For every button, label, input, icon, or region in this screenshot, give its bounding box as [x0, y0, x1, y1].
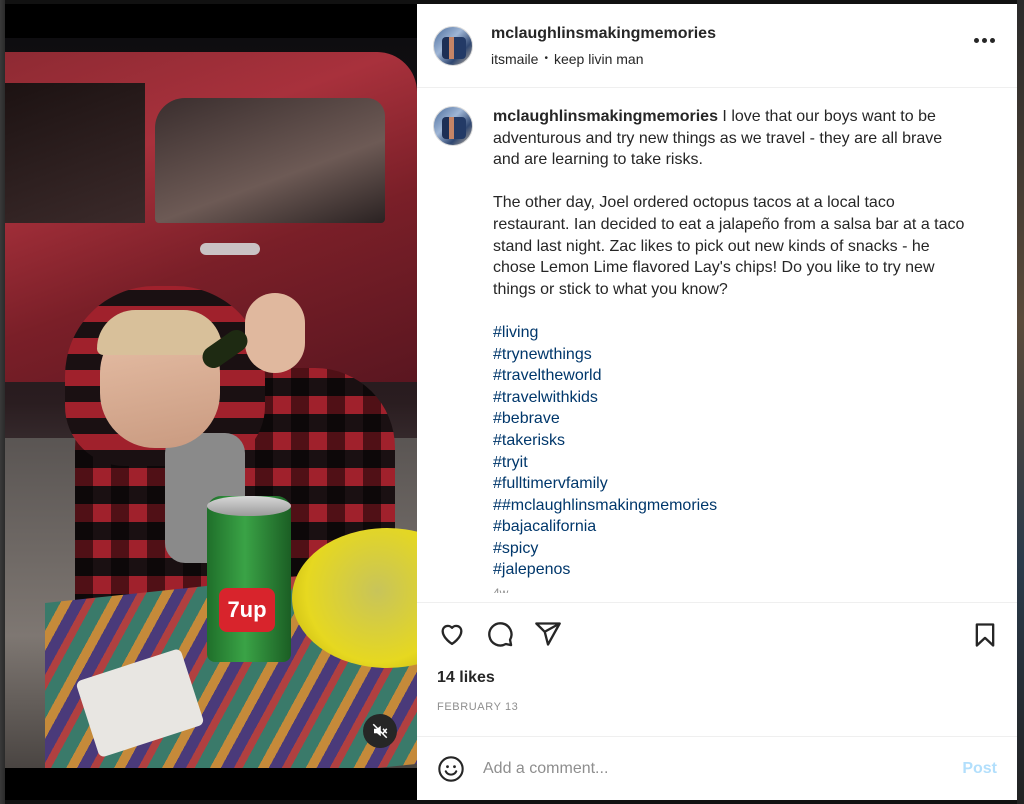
post-media[interactable]: 7up	[5, 4, 417, 800]
audio-info: itsmaile • keep livin man	[491, 51, 716, 67]
comment-input[interactable]	[483, 759, 963, 778]
hashtag-link[interactable]: #bajacalifornia	[493, 516, 973, 538]
action-bar: 14 likes FEBRUARY 13	[417, 602, 1017, 736]
adjacent-post-preview[interactable]	[1017, 0, 1024, 804]
likes-count[interactable]: 14 likes	[437, 669, 997, 687]
add-comment-bar: Post	[417, 736, 1017, 800]
audio-track[interactable]: keep livin man	[554, 51, 644, 67]
emoji-icon[interactable]	[437, 755, 465, 783]
post-modal: 7up mclaughlinsmakingmemories itsmaile •…	[5, 4, 1017, 800]
hashtag-link[interactable]: #bebrave	[493, 408, 973, 430]
muted-speaker-icon	[372, 723, 388, 739]
share-icon	[535, 622, 561, 646]
post-date[interactable]: FEBRUARY 13	[437, 701, 997, 713]
caption-avatar[interactable]	[433, 106, 473, 146]
post-comment-button[interactable]: Post	[962, 760, 997, 778]
hashtag-list: #living #trynewthings #traveltheworld #t…	[493, 322, 973, 581]
post-video[interactable]: 7up	[5, 38, 417, 768]
comment-icon	[488, 622, 513, 647]
comment-timestamp: 4w	[493, 586, 509, 594]
more-options-button[interactable]	[974, 38, 995, 43]
comments-section[interactable]: mclaughlinsmakingmemories I love that ou…	[417, 88, 1017, 602]
can-logo: 7up	[219, 588, 275, 632]
heart-icon	[441, 624, 463, 646]
hashtag-link[interactable]: #spicy	[493, 538, 973, 560]
separator-dot: •	[544, 53, 548, 64]
avatar[interactable]	[433, 25, 473, 66]
share-button[interactable]	[533, 619, 563, 649]
mute-toggle-button[interactable]	[363, 714, 397, 748]
hashtag-link[interactable]: #tryit	[493, 452, 973, 474]
audio-artist[interactable]: itsmaile	[491, 51, 538, 67]
caption-body: The other day, Joel ordered octopus taco…	[493, 194, 965, 298]
bookmark-icon[interactable]	[971, 621, 999, 649]
hashtag-link[interactable]: ##mclaughlinsmakingmemories	[493, 495, 973, 517]
post-username[interactable]: mclaughlinsmakingmemories	[491, 25, 716, 43]
caption-username[interactable]: mclaughlinsmakingmemories	[493, 108, 718, 125]
hashtag-link[interactable]: #living	[493, 322, 973, 344]
like-button[interactable]	[437, 619, 467, 649]
post-header: mclaughlinsmakingmemories itsmaile • kee…	[417, 4, 1017, 88]
hashtag-link[interactable]: #takerisks	[493, 430, 973, 452]
more-icon	[974, 38, 979, 43]
hashtag-link[interactable]: #travelwithkids	[493, 387, 973, 409]
post-caption: mclaughlinsmakingmemories I love that ou…	[493, 106, 973, 602]
hashtag-link[interactable]: #trynewthings	[493, 344, 973, 366]
comment-button[interactable]	[485, 619, 515, 649]
hashtag-link[interactable]: #fulltimervfamily	[493, 473, 973, 495]
hashtag-link[interactable]: #traveltheworld	[493, 365, 973, 387]
hashtag-link[interactable]: #jalepenos	[493, 559, 973, 581]
post-info-panel: mclaughlinsmakingmemories itsmaile • kee…	[417, 4, 1017, 800]
